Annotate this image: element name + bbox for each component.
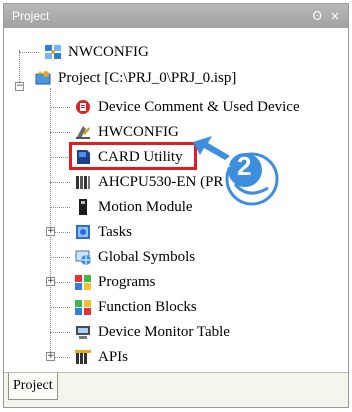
project-panel: Project ʘ × NWCONFIG − Project [C:\PRJ_0… <box>3 3 349 408</box>
tree-node-motion-module[interactable]: Motion Module <box>74 196 193 218</box>
tree-node-label: Motion Module <box>98 198 193 215</box>
pin-icon[interactable]: ʘ <box>312 4 321 28</box>
step-callout: × 2 <box>190 124 285 214</box>
tree-node-hwconfig[interactable]: HWCONFIG <box>74 121 179 143</box>
motion-module-icon <box>74 198 92 216</box>
tree-node-label: Device Monitor Table <box>98 323 230 340</box>
apis-icon <box>74 348 92 366</box>
expand-apis-toggle[interactable]: + <box>46 352 55 361</box>
tree-node-global-symbols[interactable]: Global Symbols <box>74 246 195 268</box>
tree-node-label: Programs <box>98 273 156 290</box>
tree-node-label: Device Comment & Used Device <box>98 98 300 115</box>
tree-node-label: Global Symbols <box>98 248 196 265</box>
cpu-module-icon <box>74 173 92 191</box>
hardware-config-icon <box>74 123 92 141</box>
panel-titlebar: Project ʘ × <box>4 4 348 28</box>
tree-node-project[interactable]: Project [C:\PRJ_0\PRJ_0.isp] <box>34 67 236 89</box>
panel-tabbar: Project <box>4 372 348 407</box>
tree-node-label: HWCONFIG <box>98 123 179 140</box>
tree-node-label: Function Blocks <box>98 298 197 315</box>
tree-node-tasks[interactable]: Tasks <box>74 221 132 243</box>
tree-node-label: NWCONFIG <box>68 43 149 60</box>
function-blocks-icon <box>74 298 92 316</box>
tree-node-label: APIs <box>98 348 129 365</box>
card-utility-highlight <box>69 142 197 170</box>
tree-node-apis[interactable]: APIs <box>74 346 128 368</box>
tree-node-device-comment[interactable]: Device Comment & Used Device <box>74 96 300 118</box>
step-number: 2 <box>237 151 252 181</box>
close-icon[interactable]: × <box>330 4 340 28</box>
tree-node-function-blocks[interactable]: Function Blocks <box>74 296 197 318</box>
collapse-project-toggle[interactable]: − <box>15 82 24 91</box>
panel-title: Project <box>12 9 50 23</box>
expand-programs-toggle[interactable]: + <box>46 277 55 286</box>
tree-node-label: Project [C:\PRJ_0\PRJ_0.isp] <box>58 69 237 86</box>
programs-icon <box>74 273 92 291</box>
tree-node-programs[interactable]: Programs <box>74 271 156 293</box>
tree-node-device-monitor[interactable]: Device Monitor Table <box>74 321 230 343</box>
expand-tasks-toggle[interactable]: + <box>46 227 55 236</box>
monitor-table-icon <box>74 323 92 341</box>
global-symbols-icon <box>74 248 92 266</box>
svg-text:×: × <box>225 160 231 171</box>
project-icon <box>34 69 52 87</box>
device-comment-icon <box>74 98 92 116</box>
tree-node-nwconfig[interactable]: NWCONFIG <box>44 41 149 63</box>
tree-node-label: Tasks <box>98 223 132 240</box>
project-tree: NWCONFIG − Project [C:\PRJ_0\PRJ_0.isp] <box>10 32 344 365</box>
tasks-icon <box>74 223 92 241</box>
network-config-icon <box>44 43 62 61</box>
tab-project[interactable]: Project <box>8 373 58 400</box>
